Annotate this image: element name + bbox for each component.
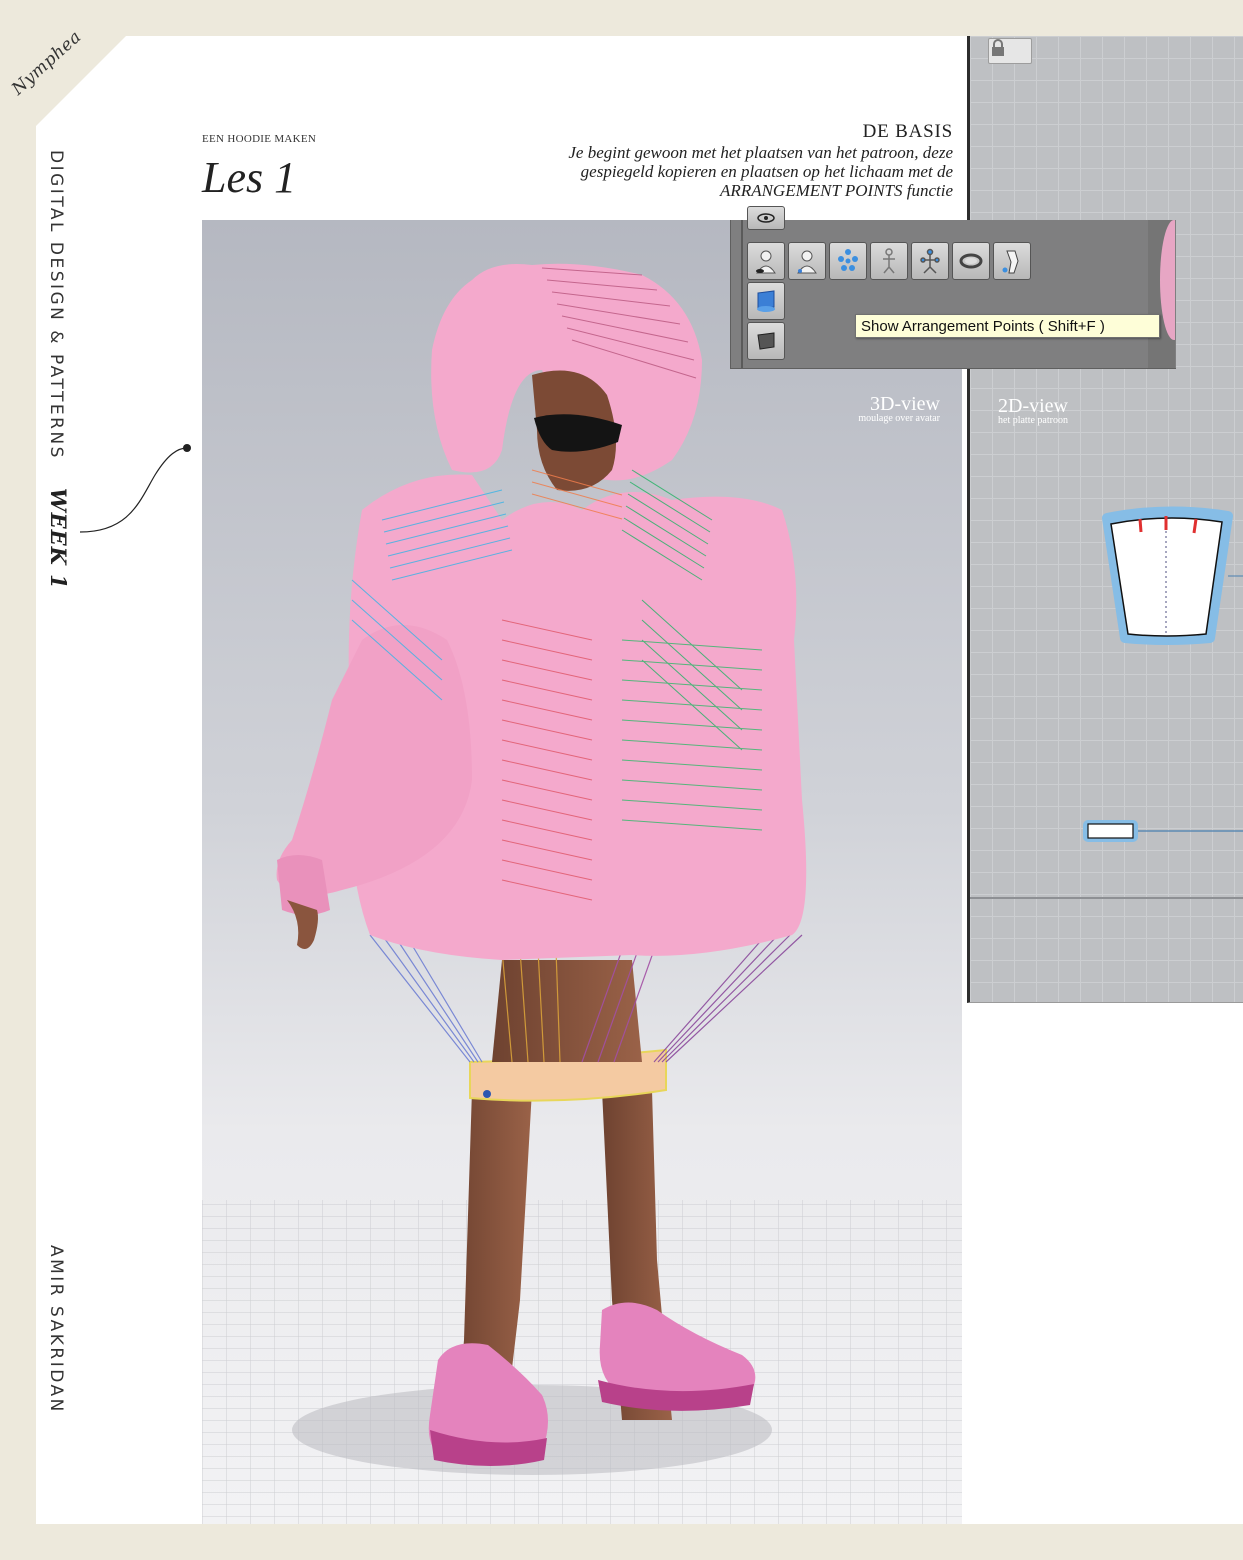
week-label: WEEK 1: [46, 488, 71, 590]
garment-visibility-icon[interactable]: [747, 282, 785, 320]
pattern-pieces: [970, 506, 1243, 899]
measure-tape-icon[interactable]: [952, 242, 990, 280]
avatar-show-icon[interactable]: [788, 242, 826, 280]
pattern-2d-window[interactable]: 2D-view het platte patroon: [967, 36, 1243, 1003]
intro-line-2: gespiegeld kopieren en plaatsen op het l…: [580, 162, 953, 181]
toolbar-preview-strip: [1148, 220, 1175, 368]
view-2d-subtitle: het platte patroon: [998, 415, 1068, 426]
intro-line-1: Je begint gewoon met het plaatsen van he…: [568, 143, 953, 162]
floor-grid: [202, 1200, 962, 1524]
author-name: AMIR SAKRIDAN: [46, 1245, 66, 1414]
eye-toggle-icon[interactable]: [747, 206, 785, 230]
avatar-toolbar: [730, 206, 1176, 369]
view-3d-subtitle: moulage over avatar: [858, 413, 940, 424]
shape-visibility-icon[interactable]: [747, 322, 785, 360]
fit-pose-icon[interactable]: [993, 242, 1031, 280]
avatar-eye-icon[interactable]: [747, 242, 785, 280]
scene-3d: [202, 263, 962, 1524]
view-3d-title: 3D-view: [870, 393, 940, 415]
skeleton-joints-icon[interactable]: [911, 242, 949, 280]
view-2d-title: 2D-view: [998, 395, 1068, 417]
toolbar-divider: [741, 220, 743, 368]
course-title: DIGITAL DESIGN & PATTERNS: [46, 150, 66, 460]
view-3d-label: 3D-view moulage over avatar: [858, 394, 940, 424]
arrangement-points-tooltip: Show Arrangement Points ( Shift+F ): [855, 314, 1160, 338]
intro-block: DE BASIS Je begint gewoon met het plaats…: [568, 121, 953, 200]
lesson-title: Les 1: [202, 153, 297, 202]
viewport-3d[interactable]: 3D-view moulage over avatar: [202, 220, 962, 1524]
intro-title: DE BASIS: [862, 121, 953, 142]
skeleton-icon[interactable]: [870, 242, 908, 280]
intro-line-3: ARRANGEMENT POINTS functie: [720, 181, 953, 200]
arrangement-points-icon[interactable]: [829, 242, 867, 280]
kicker-text: EEN HOODIE MAKEN: [202, 133, 317, 145]
view-2d-label: 2D-view het platte patroon: [998, 396, 1068, 426]
connector-line: [79, 444, 191, 533]
